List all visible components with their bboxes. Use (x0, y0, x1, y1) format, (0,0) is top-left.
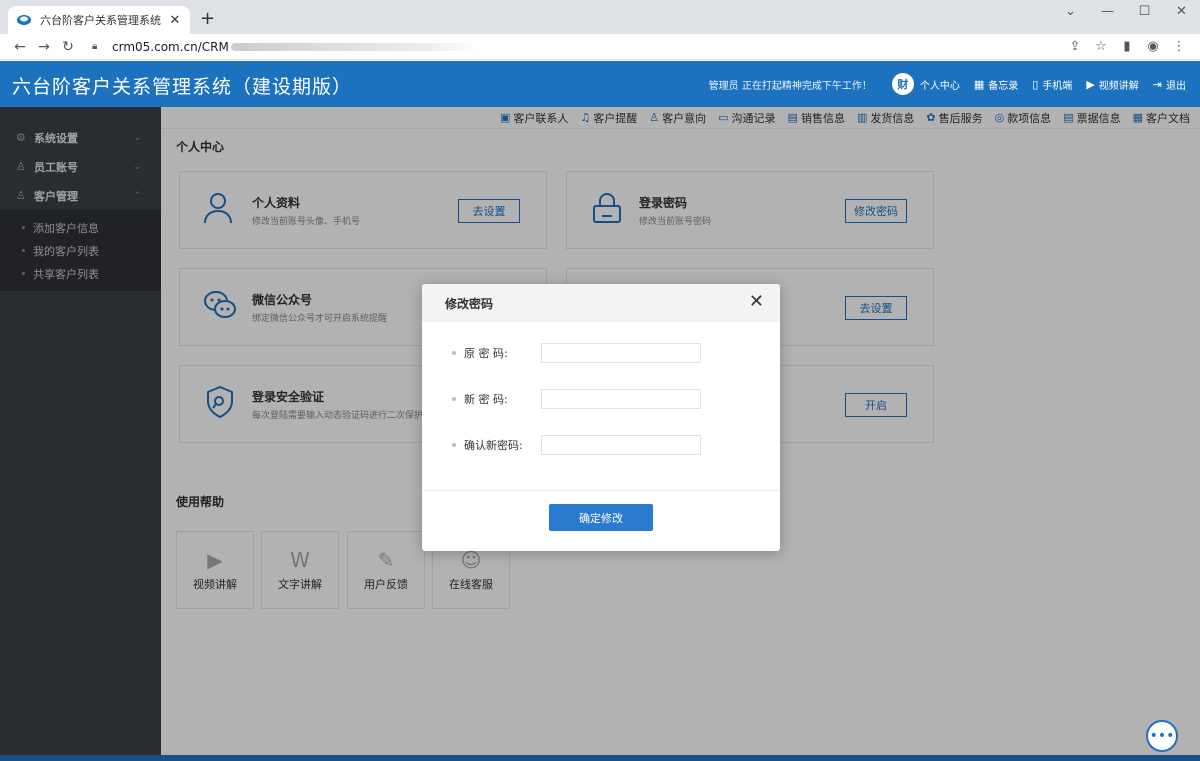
close-window-icon[interactable]: ✕ (1163, 0, 1200, 28)
welcome-text: 管理员 正在打起精神完成下午工作！ (708, 80, 872, 92)
app-brand: 六台阶客户关系管理系统（建设期版） (12, 76, 353, 98)
logout-icon: ⇥ (1152, 77, 1162, 91)
header-item-mobile[interactable]: ▯ 手机端 (1032, 77, 1072, 92)
calendar-icon: ▦ (973, 77, 985, 91)
confirm-change-button[interactable]: 确定修改 (549, 504, 653, 531)
header-item-label: 退出 (1166, 80, 1186, 92)
header-item-label: 视频讲解 (1098, 80, 1139, 92)
new-tab-icon[interactable]: + (200, 10, 215, 28)
header-item-memo[interactable]: ▦ 备忘录 (974, 77, 1018, 92)
bottom-bar (0, 755, 1200, 761)
forward-icon[interactable]: → (32, 39, 56, 55)
reload-icon[interactable]: ↻ (56, 39, 80, 55)
url-text: crm05.com.cn/CRM (112, 39, 229, 54)
lock-icon: 🔒︎ (92, 41, 98, 52)
change-password-modal: 修改密码 ✕ 原 密 码: 新 密 码: 确认新密码: 确定修改 (422, 284, 780, 551)
window-controls: ⌄ — ☐ ✕ (1052, 0, 1200, 28)
header-item-video[interactable]: ▶ 视频讲解 (1086, 77, 1138, 92)
phone-icon: ▯ (1032, 77, 1039, 91)
video-icon: ▶ (1086, 77, 1095, 91)
field-row-confirm-password: 确认新密码: (452, 435, 701, 455)
field-row-new-password: 新 密 码: (452, 389, 701, 409)
header-item-logout[interactable]: ⇥ 退出 (1153, 77, 1186, 92)
bullet-icon (452, 397, 456, 401)
close-icon[interactable]: ✕ (749, 293, 764, 311)
header-item-label: 个人中心 (919, 80, 960, 92)
modal-title: 修改密码 (445, 296, 494, 311)
browser-tabbar: 六台阶客户关系管理系统（建设期 ✕ + ⌄ — ☐ ✕ (0, 0, 1200, 34)
app-header: 六台阶客户关系管理系统（建设期版） 管理员 正在打起精神完成下午工作！ 财 个人… (0, 61, 1200, 107)
browser-tab[interactable]: 六台阶客户关系管理系统（建设期 ✕ (8, 6, 190, 34)
field-label: 新 密 码: (464, 393, 508, 406)
field-row-old-password: 原 密 码: (452, 343, 701, 363)
header-item-label: 备忘录 (988, 80, 1019, 92)
header-item-profile[interactable]: 个人中心 (920, 77, 960, 92)
back-icon[interactable]: ← (8, 39, 32, 55)
confirm-password-input[interactable] (541, 435, 701, 455)
avatar[interactable]: 财 (891, 73, 914, 95)
share-icon[interactable]: ⇪ (1062, 39, 1088, 54)
minimize-icon[interactable]: — (1089, 0, 1126, 28)
url-redacted (230, 42, 481, 51)
maximize-icon[interactable]: ☐ (1126, 0, 1163, 28)
bullet-icon (452, 351, 456, 355)
modal-divider (422, 490, 780, 491)
tab-title: 六台阶客户关系管理系统（建设期 (40, 14, 168, 27)
address-bar[interactable]: 🔒︎ crm05.com.cn/CRM (88, 36, 1054, 58)
favicon-icon (17, 15, 31, 25)
field-label: 确认新密码: (464, 439, 523, 452)
close-tab-icon[interactable]: ✕ (168, 13, 182, 28)
floating-chat-icon[interactable]: ••• (1146, 720, 1178, 752)
bullet-icon (452, 443, 456, 447)
field-label: 原 密 码: (464, 347, 508, 360)
header-menu: 管理员 正在打起精神完成下午工作！ 财 个人中心 ▦ 备忘录 ▯ 手机端 ▶ 视频讲解… (709, 61, 1186, 107)
modal-header: 修改密码 ✕ (422, 284, 780, 322)
header-item-label: 手机端 (1042, 80, 1073, 92)
browser-navbar: ← → ↻ 🔒︎ crm05.com.cn/CRM ⇪ ☆ ▮ ◉ ⋮ (0, 34, 1200, 60)
profile-icon[interactable]: ◉ (1140, 39, 1166, 54)
star-icon[interactable]: ☆ (1088, 39, 1114, 54)
old-password-input[interactable] (541, 343, 701, 363)
chevron-down-icon[interactable]: ⌄ (1052, 0, 1089, 28)
menu-icon[interactable]: ⋮ (1166, 39, 1192, 54)
sidepanel-icon[interactable]: ▮ (1114, 39, 1140, 54)
new-password-input[interactable] (541, 389, 701, 409)
